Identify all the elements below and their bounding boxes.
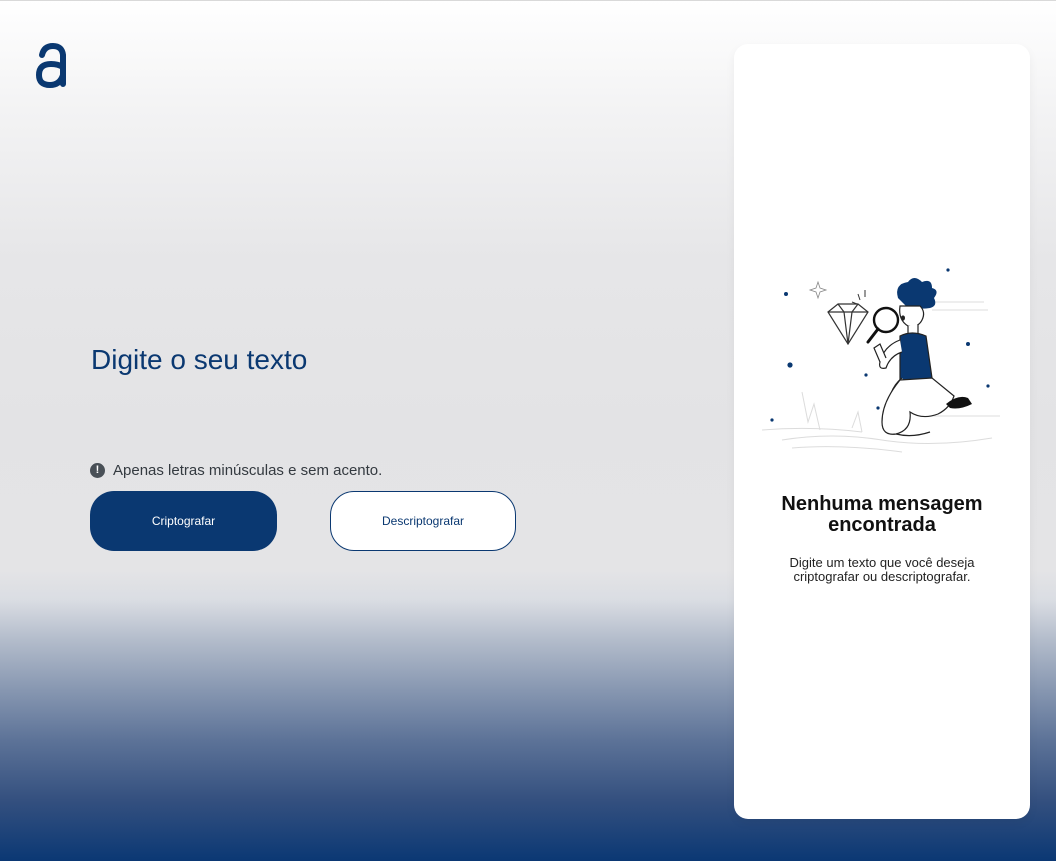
no-message-title: Nenhuma mensagem encontrada (781, 493, 983, 536)
hint-text: Apenas letras minúsculas e sem acento. (113, 462, 383, 479)
decrypt-button[interactable]: Descriptografar (330, 491, 516, 551)
input-hint: ! Apenas letras minúsculas e sem acento. (90, 462, 382, 479)
alura-logo-icon[interactable] (34, 42, 68, 90)
message-input[interactable] (91, 340, 691, 450)
person-with-magnifying-glass-illustration (762, 268, 1000, 453)
output-panel: Nenhuma mensagem encontrada Digite um te… (734, 44, 1030, 819)
encrypt-button[interactable]: Criptografar (90, 491, 277, 551)
no-message-description: Digite um texto que você deseja criptogr… (789, 555, 975, 584)
top-border (0, 0, 1056, 1)
exclamation-circle-icon: ! (90, 463, 105, 478)
